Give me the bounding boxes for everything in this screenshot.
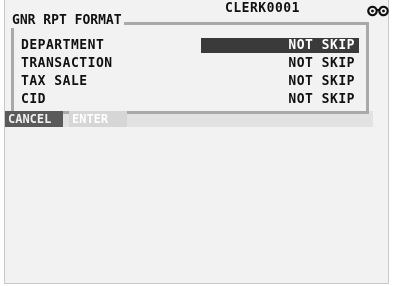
- softkeys: CANCEL ENTER: [5, 111, 155, 127]
- option-label: TRANSACTION: [21, 56, 113, 71]
- enter-button[interactable]: ENTER: [69, 111, 127, 127]
- option-row-tax-sale[interactable]: TAX SALE NOT SKIP: [17, 74, 363, 89]
- clerk-id: CLERK0001: [225, 1, 300, 16]
- register-screen: CLERK0001 GNR RPT FORMAT DEPARTMENT NOT …: [4, 0, 389, 284]
- option-value[interactable]: NOT SKIP: [201, 38, 359, 53]
- option-row-cid[interactable]: CID NOT SKIP: [17, 92, 363, 107]
- option-value[interactable]: NOT SKIP: [201, 56, 359, 71]
- option-label: CID: [21, 92, 46, 107]
- option-row-department[interactable]: DEPARTMENT NOT SKIP: [17, 38, 363, 53]
- panel-title: GNR RPT FORMAT: [11, 13, 124, 28]
- option-row-transaction[interactable]: TRANSACTION NOT SKIP: [17, 56, 363, 71]
- option-label: DEPARTMENT: [21, 38, 105, 53]
- cancel-button[interactable]: CANCEL: [5, 111, 63, 127]
- option-value[interactable]: NOT SKIP: [201, 92, 359, 107]
- glasses-icon: [367, 2, 389, 17]
- option-label: TAX SALE: [21, 74, 88, 89]
- option-value[interactable]: NOT SKIP: [201, 74, 359, 89]
